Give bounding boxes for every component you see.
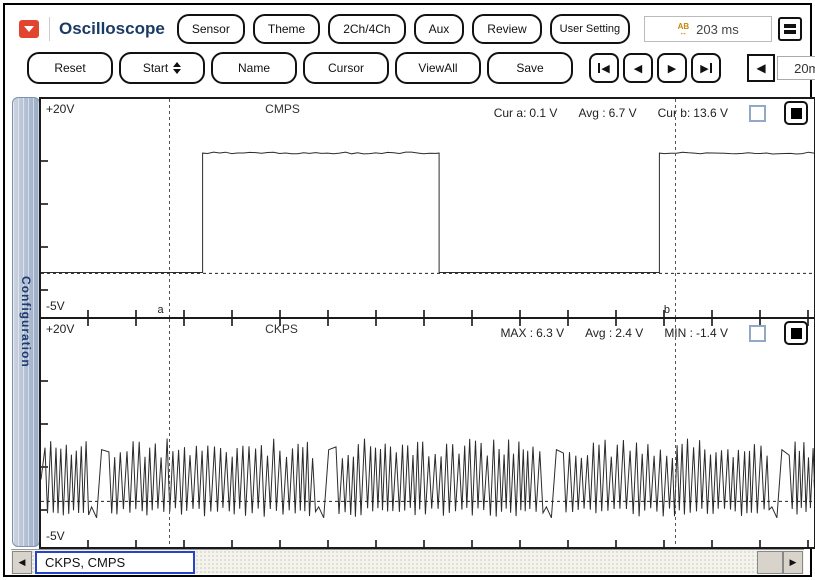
theme-button[interactable]: Theme xyxy=(252,14,321,44)
ckps-waveform xyxy=(41,438,814,519)
channel-panel-cmps: +20V CMPS Cur a: 0.1 V Avg :6.7 V Cur b: 1… xyxy=(39,97,815,319)
y-axis-ticks xyxy=(41,119,48,317)
channel-name-label: CMPS xyxy=(265,102,300,116)
divider xyxy=(49,17,50,41)
active-channels-label: CKPS, CMPS xyxy=(35,551,195,574)
ab-cursor-time-icon: AB ↔ xyxy=(677,21,690,37)
x-axis-ticks xyxy=(41,540,814,547)
left-arrow-icon: ◀ xyxy=(756,61,766,75)
review-button[interactable]: Review xyxy=(472,14,542,44)
top-button-group: Sensor Theme 2Ch/4Ch Aux Review User Set… xyxy=(176,14,631,44)
prev-arrow-icon: ◀ xyxy=(633,62,643,75)
meas-value: 13.6 V xyxy=(693,106,728,120)
timebase-value: 20ms xyxy=(777,56,815,80)
name-button[interactable]: Name xyxy=(211,52,297,84)
channel-visibility-checkbox[interactable] xyxy=(749,324,766,342)
scroll-right-button[interactable]: ▶ xyxy=(783,551,803,574)
cursor-a-line[interactable] xyxy=(168,319,170,547)
meas-value: 0.1 V xyxy=(529,106,558,120)
y-axis-ticks xyxy=(41,339,48,547)
save-button[interactable]: Save xyxy=(487,52,573,84)
timebase-control: ◀ 20ms ▶ xyxy=(747,54,815,82)
start-spinner-icon xyxy=(173,62,182,74)
measurement-row: Cur a: 0.1 V Avg :6.7 V Cur b: 13.6 V xyxy=(494,101,808,125)
meas-value: 6.3 V xyxy=(536,326,565,340)
next-arrow-icon: ▶ xyxy=(667,62,677,75)
bottom-scrollbar: ◀ CKPS, CMPS ▶ xyxy=(11,549,804,574)
channel-panel-ckps: +20V CKPS MAX :6.3 V Avg :2.4 V MIN : -1.… xyxy=(39,317,815,549)
ab-time-display: AB ↔ 203 ms xyxy=(644,16,773,42)
channel-name-label: CKPS xyxy=(265,322,298,336)
measurement-row: MAX :6.3 V Avg :2.4 V MIN : -1.4 V xyxy=(500,321,808,345)
channel-color-swatch xyxy=(790,327,802,339)
user-setting-button[interactable]: User Setting xyxy=(549,14,631,44)
next-arrow-icon: ▶ xyxy=(700,62,709,75)
meas-label: MIN : xyxy=(664,326,693,340)
voltage-max-label: +20V xyxy=(46,102,75,116)
skip-last-button[interactable]: ▶ xyxy=(691,53,721,83)
playback-group: ◀ ◀ ▶ ▶ xyxy=(589,53,721,83)
aux-button[interactable]: Aux xyxy=(413,14,465,44)
meas-label: Avg : xyxy=(578,106,606,120)
menu-bar-icon xyxy=(784,30,796,34)
meas-label: Cur a: xyxy=(493,106,527,120)
app-frame: Oscilloscope Sensor Theme 2Ch/4Ch Aux Re… xyxy=(3,3,815,577)
configuration-tab-label: Configuration xyxy=(19,276,33,368)
meas-value: 6.7 V xyxy=(608,106,637,120)
meas-label: MAX : xyxy=(500,326,534,340)
cursor-a-line[interactable] xyxy=(168,99,170,317)
prev-arrow-icon: ◀ xyxy=(601,62,610,75)
main-toolbar: Reset Start Name Cursor ViewAll Save ◀ ◀… xyxy=(27,51,815,85)
start-button[interactable]: Start xyxy=(119,52,205,84)
voltage-max-label: +20V xyxy=(46,322,75,336)
cursor-b-label: b xyxy=(663,304,670,316)
channel-mode-button[interactable]: 2Ch/4Ch xyxy=(328,14,406,44)
cursor-b-line[interactable] xyxy=(674,99,676,317)
step-forward-button[interactable]: ▶ xyxy=(657,53,687,83)
cursor-a-label: a xyxy=(157,304,164,316)
caret-down-icon xyxy=(24,26,34,32)
list-menu-button[interactable] xyxy=(778,17,802,41)
top-toolbar: Oscilloscope Sensor Theme 2Ch/4Ch Aux Re… xyxy=(19,11,802,47)
viewall-button[interactable]: ViewAll xyxy=(395,52,481,84)
meas-value: -1.4 V xyxy=(695,326,728,340)
cmps-waveform xyxy=(41,151,814,274)
scroll-left-button[interactable]: ◀ xyxy=(12,551,32,574)
configuration-tab[interactable]: Configuration xyxy=(12,97,40,547)
cursor-button[interactable]: Cursor xyxy=(303,52,389,84)
cursor-b-line[interactable] xyxy=(674,319,676,547)
voltage-min-label: -5V xyxy=(46,529,65,543)
app-title: Oscilloscope xyxy=(59,19,165,38)
sensor-button[interactable]: Sensor xyxy=(176,14,245,44)
channel-color-swatch xyxy=(790,107,802,119)
app-menu-button[interactable] xyxy=(19,20,39,38)
right-arrow-icon: ▶ xyxy=(789,557,797,567)
action-button-group: Reset Start Name Cursor ViewAll Save xyxy=(27,52,573,84)
oscilloscope-app: Oscilloscope Sensor Theme 2Ch/4Ch Aux Re… xyxy=(0,0,815,580)
skip-first-button[interactable]: ◀ xyxy=(589,53,619,83)
channel-visibility-checkbox[interactable] xyxy=(749,104,766,122)
voltage-min-label: -5V xyxy=(46,299,65,313)
channel-color-button[interactable] xyxy=(784,321,808,345)
meas-value: 2.4 V xyxy=(615,326,644,340)
step-back-button[interactable]: ◀ xyxy=(623,53,653,83)
timebase-decrease-button[interactable]: ◀ xyxy=(747,54,775,82)
left-arrow-icon: ◀ xyxy=(18,557,26,567)
meas-label: Avg : xyxy=(585,326,613,340)
bar-icon xyxy=(598,63,601,73)
bar-icon xyxy=(709,63,712,73)
channel-color-button[interactable] xyxy=(784,101,808,125)
menu-bar-icon xyxy=(784,24,796,28)
ab-time-value: 203 ms xyxy=(696,21,739,37)
scrollbar-thumb[interactable] xyxy=(757,551,783,574)
reset-button[interactable]: Reset xyxy=(27,52,113,84)
